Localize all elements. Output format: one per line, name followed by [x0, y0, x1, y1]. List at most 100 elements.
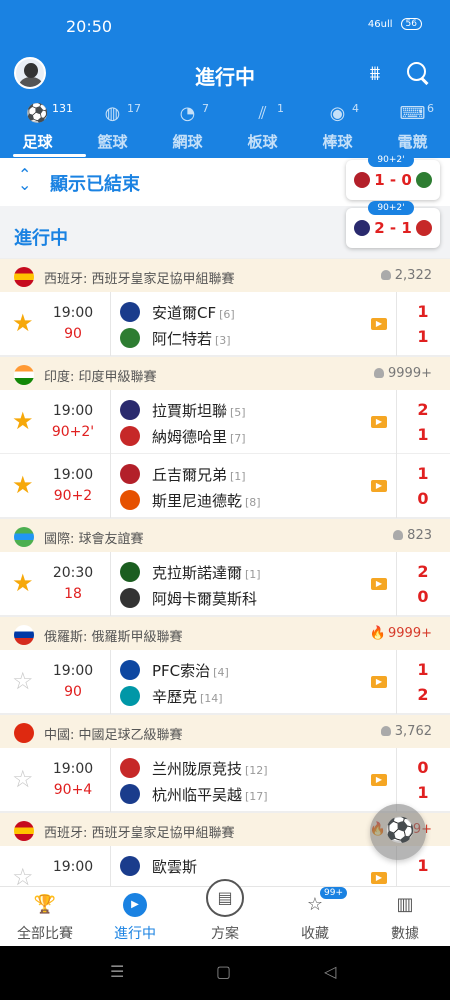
home-team-name: 克拉斯諾達爾 [1] — [152, 564, 261, 582]
notification-badge: 99+ — [320, 887, 347, 899]
back-icon[interactable]: ◁ — [324, 962, 336, 981]
favorite-star-icon[interactable]: ☆ — [12, 667, 34, 695]
tab-cricket-bat[interactable]: ⫽ 1 板球 — [225, 100, 300, 158]
league-header[interactable]: 國際: 球會友誼賽 823 — [0, 518, 450, 552]
home-team: 歐雲斯 — [120, 854, 370, 878]
nav-label: 全部比賽 — [17, 926, 73, 942]
match-row[interactable]: ★ 19:00 90+2' 拉賈斯坦聯 [5] 納姆德哈里 [7] ▶ 2 1 — [0, 390, 450, 454]
viewer-count: 3,762 — [380, 724, 432, 739]
home-team: 兰州陇原竞技 [12] — [120, 756, 370, 780]
favorite-star-icon[interactable]: ★ — [12, 309, 34, 337]
nav-item-bar-chart[interactable]: ▥ 數據 — [360, 887, 450, 947]
document-icon: ▤ — [206, 879, 244, 917]
person-icon — [374, 368, 385, 378]
viewer-count: 🔥9999+ — [370, 626, 432, 641]
home-team-name: 安道爾CF [6] — [152, 304, 235, 322]
home-score: 0 — [417, 758, 429, 777]
home-team: 克拉斯諾達爾 [1] — [120, 560, 370, 584]
league-header[interactable]: 西班牙: 西班牙皇家足協甲組聯賽 2,322 — [0, 258, 450, 292]
league-header[interactable]: 俄羅斯: 俄羅斯甲級聯賽 🔥 9999+ — [0, 616, 450, 650]
live-video-icon[interactable]: ▶ — [371, 872, 387, 884]
league-header[interactable]: 中國: 中國足球乙級聯賽 3,762 — [0, 714, 450, 748]
nav-item-star[interactable]: ☆ 99+ 收藏 — [270, 887, 360, 947]
league-header[interactable]: 印度: 印度甲級聯賽 9999+ — [0, 356, 450, 390]
tennis-ball-icon: ◔ — [179, 103, 196, 124]
tab-tennis-ball[interactable]: ◔ 7 網球 — [150, 100, 225, 158]
tab-gamepad[interactable]: ⌨ 6 電競 — [375, 100, 450, 158]
live-video-icon[interactable]: ▶ — [371, 318, 387, 330]
nav-item-trophy[interactable]: 🏆 全部比賽 — [0, 887, 90, 947]
live-video-icon[interactable]: ▶ — [371, 578, 387, 590]
match-time: 19:00 — [52, 467, 94, 483]
live-video-icon[interactable]: ▶ — [371, 774, 387, 786]
live-video-icon[interactable]: ▶ — [371, 416, 387, 428]
divider — [396, 748, 397, 812]
show-ended-label: 顯示已結束 — [50, 174, 140, 195]
mini-score-card[interactable]: 90+2' 2 - 1 — [346, 201, 440, 248]
away-team: 杭州临平吴越 [17] — [120, 782, 370, 806]
match-minute: 90+4 — [53, 782, 93, 798]
viewer-count-value: 823 — [407, 528, 432, 543]
league-name: 國際: 球會友誼賽 — [44, 532, 144, 547]
match-row[interactable]: ☆ 19:00 90 PFC索治 [4] 辛歷克 [14] ▶ 1 2 — [0, 650, 450, 714]
divider — [110, 552, 111, 616]
match-time: 19:00 — [52, 859, 94, 875]
home-team-rank: [6] — [219, 308, 235, 321]
tab-count: 17 — [127, 102, 141, 115]
live-section-label: 進行中 — [14, 228, 68, 249]
home-score: 1 — [417, 856, 429, 875]
menu-icon[interactable]: ☰ — [110, 962, 124, 981]
live-video-icon[interactable]: ▶ — [371, 676, 387, 688]
tab-label: 足球 — [22, 133, 53, 151]
nav-item-play[interactable]: ▶ 進行中 — [90, 887, 180, 947]
home-team: 安道爾CF [6] — [120, 300, 370, 324]
match-row[interactable]: ☆ 19:00 90+4 兰州陇原竞技 [12] 杭州临平吴越 [17] ▶ 0 1 — [0, 748, 450, 812]
favorite-star-icon[interactable]: ★ — [12, 407, 34, 435]
signal-icon: 46ull — [367, 18, 393, 30]
divider — [396, 454, 397, 518]
match-row[interactable]: ★ 19:00 90 安道爾CF [6] 阿仁特若 [3] ▶ 1 1 — [0, 292, 450, 356]
live-video-icon[interactable]: ▶ — [371, 480, 387, 492]
search-icon[interactable] — [405, 60, 429, 84]
match-row[interactable]: ★ 20:30 18 克拉斯諾達爾 [1] 阿姆卡爾莫斯科 ▶ 2 0 — [0, 552, 450, 616]
match-row[interactable]: ★ 19:00 90+2 丘吉爾兄弟 [1] 斯里尼迪德乾 [8] ▶ 1 0 — [0, 454, 450, 518]
tab-soccer-ball[interactable]: ⚽ 131 足球 — [0, 100, 86, 158]
favorite-star-icon[interactable]: ★ — [12, 471, 34, 499]
away-score: 1 — [417, 327, 429, 346]
expand-chevron-icon: ⌃ ⌄ — [18, 165, 32, 194]
favorite-star-icon[interactable]: ☆ — [12, 765, 34, 793]
home-score: 1 — [417, 302, 429, 321]
nav-item-document[interactable]: ▤ 方案 — [180, 879, 270, 947]
match-minute: 18 — [64, 586, 82, 602]
away-team: 斯里尼迪德乾 [8] — [120, 488, 370, 512]
away-crest-icon — [120, 784, 140, 804]
favorite-star-icon[interactable]: ★ — [12, 569, 34, 597]
away-team-rank: [8] — [245, 496, 261, 509]
home-crest-icon — [120, 758, 140, 778]
trophy-icon: 🏆 — [33, 894, 57, 915]
mini-score-minute: 90+2' — [368, 153, 414, 167]
home-team-name: 歐雲斯 — [152, 858, 198, 876]
filter-icon[interactable]: ⩩ — [363, 61, 387, 85]
away-team-rank: [17] — [245, 790, 268, 803]
tab-basketball[interactable]: ◍ 17 籃球 — [75, 100, 150, 158]
home-icon[interactable]: ▢ — [216, 962, 231, 981]
home-team-name: 丘吉爾兄弟 [1] — [152, 466, 246, 484]
home-score: 1 — [417, 660, 429, 679]
league-name: 印度: 印度甲級聯賽 — [44, 370, 157, 385]
floating-ball-button[interactable] — [370, 804, 426, 860]
tab-baseball[interactable]: ◉ 4 棒球 — [300, 100, 375, 158]
league-name: 中國: 中國足球乙級聯賽 — [44, 728, 183, 743]
status-icons: 46ull 56 — [368, 18, 422, 30]
mini-score-card[interactable]: 90+2' 1 - 0 — [346, 153, 440, 200]
home-crest-icon — [120, 302, 140, 322]
divider — [110, 748, 111, 812]
home-score: 1 — [417, 464, 429, 483]
league-name: 俄羅斯: 俄羅斯甲級聯賽 — [44, 630, 183, 645]
match-minute: 90+2' — [51, 424, 95, 440]
viewer-count-value: 9999+ — [388, 626, 432, 641]
basketball-icon: ◍ — [104, 103, 121, 124]
away-team-name: 杭州临平吴越 [17] — [152, 786, 268, 804]
mini-score-value: 2 - 1 — [374, 219, 412, 237]
away-crest-icon — [120, 426, 140, 446]
